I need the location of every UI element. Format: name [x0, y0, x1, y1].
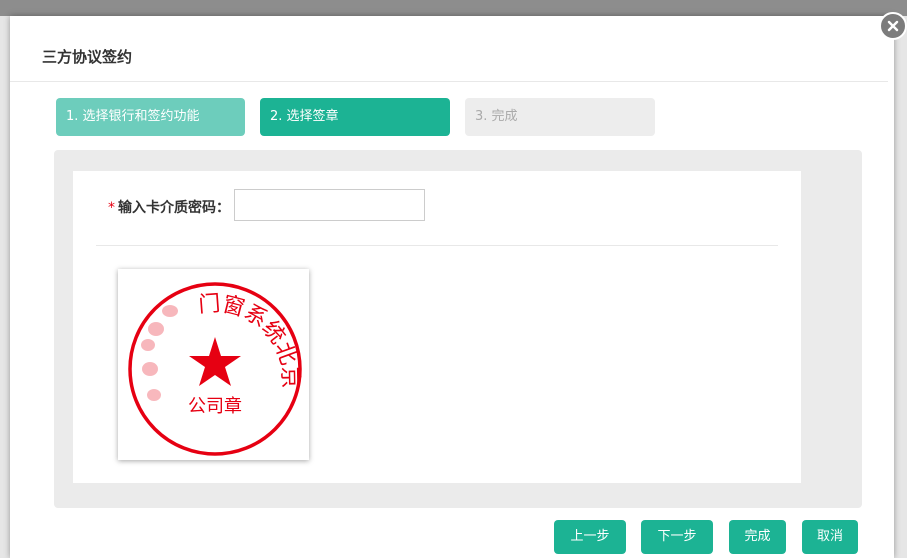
star-icon: [189, 337, 241, 386]
background-page-strip: [0, 0, 907, 16]
step-select-bank: 1. 选择银行和签约功能: [56, 98, 245, 136]
cancel-button[interactable]: 取消: [802, 520, 858, 554]
password-label-text: 输入卡介质密码：: [118, 200, 230, 216]
divider: [96, 245, 778, 246]
password-label: * 输入卡介质密码：: [108, 197, 230, 217]
step-select-seal: 2. 选择签章: [260, 98, 450, 136]
close-icon: [887, 20, 899, 32]
finish-button[interactable]: 完成: [729, 520, 786, 554]
seal-center-text: 公司章: [188, 396, 242, 417]
required-mark: *: [108, 200, 115, 216]
previous-button[interactable]: 上一步: [554, 520, 626, 554]
dialog-header: 三方协议签约: [10, 16, 888, 82]
step-complete: 3. 完成: [465, 98, 655, 136]
dialog-title: 三方协议签约: [42, 48, 133, 66]
company-seal-image: 门窗系统北京 公司章: [128, 282, 302, 456]
seal-option[interactable]: 门窗系统北京 公司章: [118, 269, 309, 460]
card-password-input[interactable]: [234, 189, 425, 221]
next-button[interactable]: 下一步: [641, 520, 713, 554]
